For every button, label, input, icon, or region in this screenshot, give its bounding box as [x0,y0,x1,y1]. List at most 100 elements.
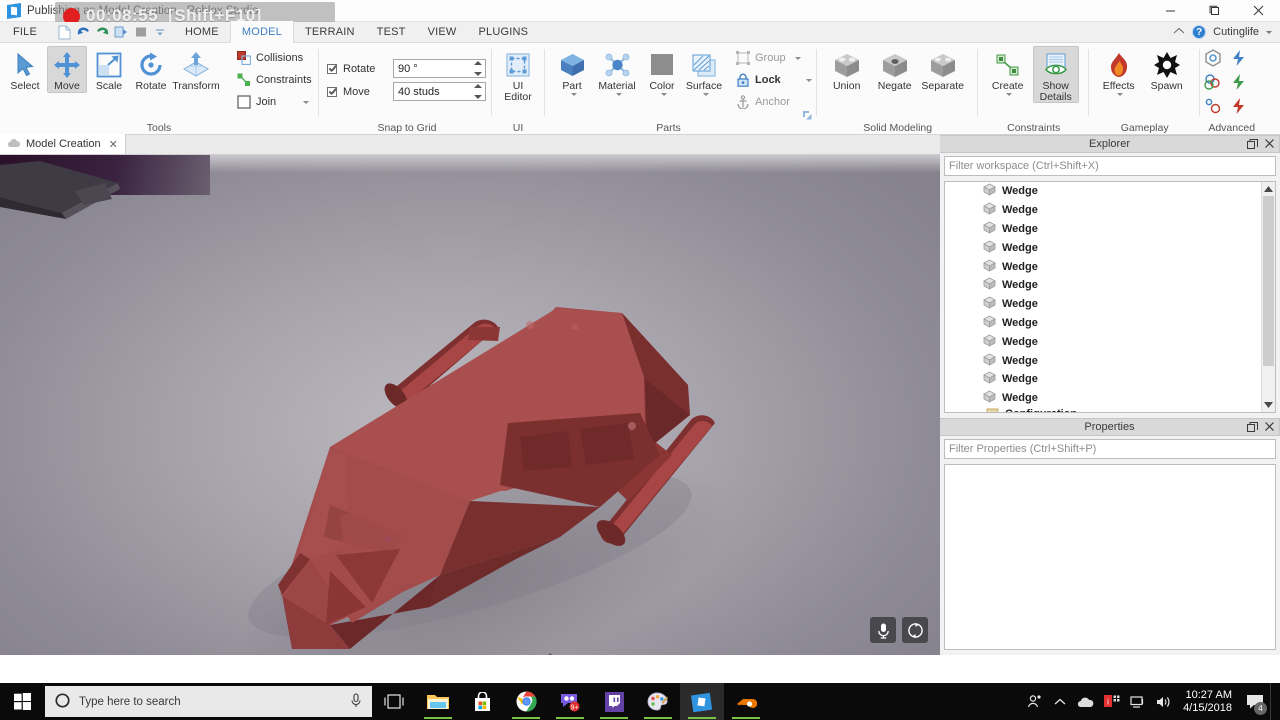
tree-item-wedge[interactable]: Wedge [945,295,1261,314]
tab-test[interactable]: TEST [366,22,417,43]
show-desktop-button[interactable] [1270,683,1276,720]
help-icon[interactable]: ? [1192,25,1207,39]
plugin-icon[interactable] [1203,73,1224,94]
color-chevron-down-icon[interactable] [660,93,667,96]
play-icon[interactable] [113,24,130,40]
tool-move-button[interactable]: Move [47,46,87,93]
effects-button[interactable]: Effects [1096,46,1142,97]
show-hidden-icons-chevron[interactable] [1047,683,1073,720]
show-details-button[interactable]: Show Details [1032,46,1079,103]
stop-icon[interactable] [132,24,149,40]
explorer-dock-icon[interactable] [1247,138,1258,152]
lightning-red-icon[interactable] [1230,97,1250,118]
scroll-down-icon[interactable] [1262,398,1275,412]
scroll-up-icon[interactable] [1262,182,1275,196]
redo-icon[interactable] [94,24,111,40]
taskbar-blender[interactable] [724,683,768,720]
snap-move-input[interactable]: 40 studs [393,82,486,101]
ui-editor-button[interactable]: UI Editor [499,46,537,103]
toggle-constraints[interactable]: Constraints [234,69,312,91]
color-button[interactable]: Color [642,46,682,97]
properties-filter-input[interactable]: Filter Properties (Ctrl+Shift+P) [944,439,1276,459]
part-chevron-down-icon[interactable] [570,93,577,96]
microphone-button[interactable] [870,617,896,643]
tab-home[interactable]: HOME [174,22,230,43]
tab-plugins[interactable]: PLUGINS [468,22,540,43]
undo-icon[interactable] [75,24,92,40]
lightning-green-icon[interactable] [1230,73,1250,94]
tree-item-configuration[interactable]: › Configuration [945,408,1261,412]
snap-rotate-stepper[interactable] [474,61,483,76]
effects-chevron-down-icon[interactable] [1117,93,1124,96]
chevron-down-icon[interactable] [1266,30,1272,34]
union-button[interactable]: Union [824,46,870,93]
surface-button[interactable]: Surface [684,46,724,97]
onedrive-cloud-icon[interactable] [1073,683,1099,720]
user-account-label[interactable]: Cutinglife [1213,26,1259,38]
material-button[interactable]: Material [594,46,640,97]
action-center-button[interactable]: 4 [1240,683,1270,720]
tree-item-wedge[interactable]: Wedge [945,238,1261,257]
tree-item-wedge[interactable]: Wedge [945,276,1261,295]
tool-rotate-button[interactable]: Rotate [131,46,171,93]
3d-viewport[interactable] [0,155,940,655]
explorer-close-icon[interactable] [1265,139,1274,151]
tree-item-wedge[interactable]: Wedge [945,370,1261,389]
taskbar-paint-3d[interactable] [636,683,680,720]
tree-item-wedge[interactable]: Wedge [945,201,1261,220]
taskbar-clock[interactable]: 10:27 AM 4/15/2018 [1177,689,1240,715]
properties-dock-icon[interactable] [1247,421,1258,435]
people-icon[interactable] [1021,683,1047,720]
taskbar-groups[interactable]: 9+ [548,683,592,720]
tool-select-button[interactable]: Select [5,46,45,93]
tree-item-wedge[interactable]: Wedge [945,351,1261,370]
tree-item-wedge[interactable]: Wedge [945,182,1261,201]
group-chevron-down-icon[interactable] [794,56,801,60]
tab-model[interactable]: MODEL [229,21,294,43]
part-button[interactable]: Part [552,46,592,97]
object-icon[interactable] [1204,97,1224,118]
anchor-button[interactable]: Anchor [733,91,812,113]
document-tab-model-creation[interactable]: Model Creation ✕ [0,134,126,154]
taskbar-google-chrome[interactable] [504,683,548,720]
document-tab-close-icon[interactable]: ✕ [109,138,118,151]
snap-rotate-checkbox[interactable] [327,63,337,74]
toggle-collisions[interactable]: Collisions [234,47,312,69]
tree-item-wedge[interactable]: Wedge [945,332,1261,351]
lightning-blue-icon[interactable] [1230,49,1250,70]
tree-item-wedge[interactable]: Wedge [945,389,1261,408]
explorer-scroll-thumb[interactable] [1263,196,1274,366]
collapse-ribbon-icon[interactable] [1173,27,1185,38]
explorer-scrollbar[interactable] [1261,182,1275,412]
dialog-launcher-icon[interactable] [802,111,812,120]
taskbar-task-view-button[interactable] [372,683,416,720]
network-icon[interactable] [1125,683,1151,720]
separate-button[interactable]: Separate [920,46,966,93]
tab-view[interactable]: VIEW [417,22,468,43]
properties-close-icon[interactable] [1265,422,1274,434]
expand-chevron-icon[interactable]: › [971,409,980,412]
material-chevron-down-icon[interactable] [615,93,622,96]
maximize-button[interactable] [1192,0,1236,22]
group-button[interactable]: Group [733,47,812,69]
tree-item-wedge[interactable]: Wedge [945,257,1261,276]
surface-chevron-down-icon[interactable] [702,93,709,96]
constraint-create-chevron-down-icon[interactable] [1006,93,1013,96]
spawn-button[interactable]: Spawn [1144,46,1190,93]
volume-icon[interactable] [1151,683,1177,720]
join-chevron-down-icon[interactable] [303,100,310,104]
service-icon[interactable] [1204,49,1224,70]
microphone-icon[interactable] [350,692,362,711]
tree-item-wedge[interactable]: Wedge [945,314,1261,333]
taskbar-twitch[interactable] [592,683,636,720]
windows-start-button[interactable] [0,683,45,720]
taskbar-microsoft-store[interactable] [460,683,504,720]
explorer-tree[interactable]: Wedge Wedge Wedge Wedge Wedge Wedge Wedg… [944,181,1276,413]
taskbar-roblox-studio[interactable] [680,683,724,720]
tool-transform-button[interactable]: Transform [172,46,220,93]
toggle-join[interactable]: Join [234,91,312,113]
taskbar-file-explorer[interactable] [416,683,460,720]
explorer-filter-input[interactable]: Filter workspace (Ctrl+Shift+X) [944,156,1276,176]
tree-item-wedge[interactable]: Wedge [945,220,1261,239]
lock-button[interactable]: Lock [733,69,812,91]
